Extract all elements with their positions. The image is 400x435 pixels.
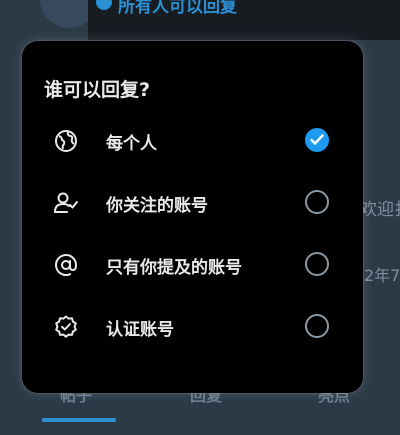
option-everyone[interactable]: 每个人 — [22, 110, 363, 170]
verified-badge-icon — [53, 314, 79, 340]
option-accounts-you-follow[interactable]: 你关注的账号 — [22, 172, 363, 232]
option-verified-accounts[interactable]: 认证账号 — [22, 296, 363, 356]
radio-unselected[interactable] — [305, 314, 329, 338]
option-label: 认证账号 — [106, 320, 174, 340]
popup-title: 谁可以回复? — [44, 79, 151, 101]
radio-selected[interactable] — [305, 128, 329, 152]
option-label: 每个人 — [106, 134, 157, 154]
person-check-icon — [53, 190, 79, 216]
radio-unselected[interactable] — [305, 190, 329, 214]
who-can-reply-popup: 谁可以回复? 每个人 你关注的账号 只有你提及的账号 认证账号 — [22, 41, 363, 393]
option-label: 只有你提及的账号 — [106, 258, 242, 278]
radio-unselected[interactable] — [305, 252, 329, 276]
option-accounts-you-mention[interactable]: 只有你提及的账号 — [22, 234, 363, 294]
at-sign-icon — [53, 252, 79, 278]
globe-icon — [53, 128, 79, 154]
option-label: 你关注的账号 — [106, 196, 208, 216]
